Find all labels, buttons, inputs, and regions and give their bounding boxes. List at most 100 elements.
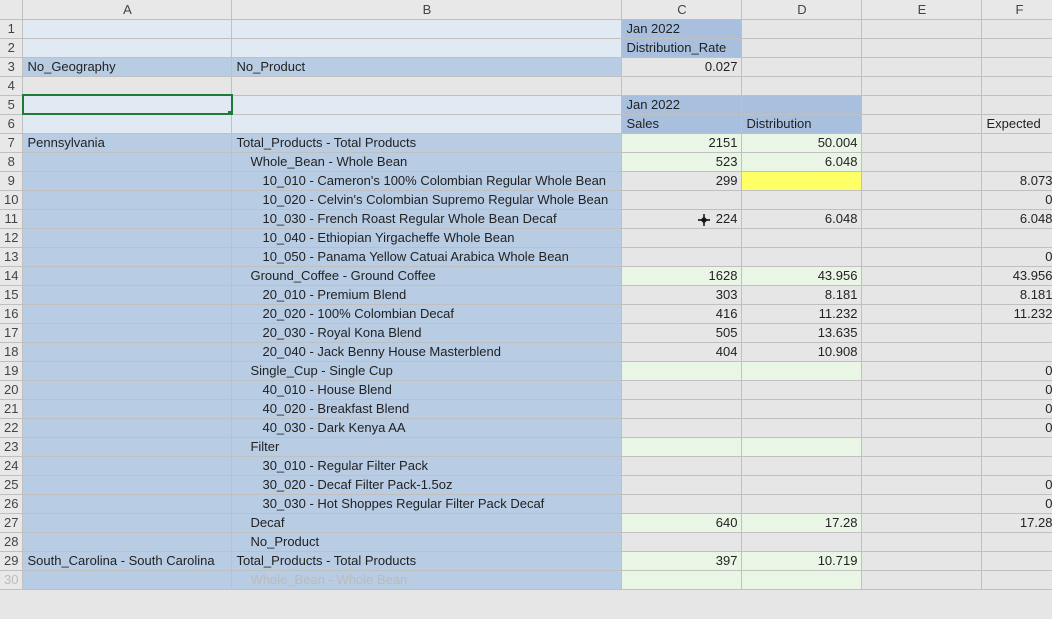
- cell[interactable]: 303: [622, 285, 742, 304]
- cell[interactable]: [862, 399, 982, 418]
- cell[interactable]: [862, 266, 982, 285]
- cell[interactable]: [742, 456, 862, 475]
- select-all-corner[interactable]: [0, 0, 23, 19]
- cell[interactable]: 40_030 - Dark Kenya AA: [232, 418, 622, 437]
- cell[interactable]: 640: [622, 513, 742, 532]
- row-header[interactable]: 10: [0, 190, 23, 209]
- cell[interactable]: 8.181: [982, 285, 1052, 304]
- cell[interactable]: 299: [622, 171, 742, 190]
- cell[interactable]: 0.027: [622, 57, 742, 76]
- cell[interactable]: [23, 171, 232, 190]
- cell[interactable]: [982, 76, 1052, 95]
- row-header[interactable]: 12: [0, 228, 23, 247]
- row-header[interactable]: 27: [0, 513, 23, 532]
- cell[interactable]: [23, 228, 232, 247]
- col-header-d[interactable]: D: [742, 0, 862, 19]
- cell[interactable]: 0: [982, 418, 1052, 437]
- cell[interactable]: [862, 38, 982, 57]
- cell[interactable]: Total_Products - Total Products: [232, 551, 622, 570]
- cell[interactable]: Pennsylvania: [23, 133, 232, 152]
- cell[interactable]: [862, 323, 982, 342]
- cell[interactable]: [862, 247, 982, 266]
- cell[interactable]: [622, 76, 742, 95]
- cell[interactable]: 10_040 - Ethiopian Yirgacheffe Whole Bea…: [232, 228, 622, 247]
- cell[interactable]: [23, 418, 232, 437]
- cell[interactable]: [862, 19, 982, 38]
- cell[interactable]: [622, 361, 742, 380]
- cell[interactable]: [982, 570, 1052, 589]
- cell[interactable]: 1628: [622, 266, 742, 285]
- cell[interactable]: Filter: [232, 437, 622, 456]
- cell[interactable]: Distribution_Rate: [622, 38, 742, 57]
- cell[interactable]: 505: [622, 323, 742, 342]
- cell[interactable]: [982, 152, 1052, 171]
- cell[interactable]: 10_050 - Panama Yellow Catuai Arabica Wh…: [232, 247, 622, 266]
- cell[interactable]: [23, 532, 232, 551]
- cell[interactable]: 416: [622, 304, 742, 323]
- cell[interactable]: [862, 152, 982, 171]
- cell[interactable]: [862, 304, 982, 323]
- cell[interactable]: 17.28: [982, 513, 1052, 532]
- cell[interactable]: [862, 532, 982, 551]
- cell[interactable]: 6.048: [742, 209, 862, 228]
- cell[interactable]: [862, 475, 982, 494]
- spreadsheet-grid[interactable]: A B C D E F 1 Jan 2022 2 Distribution_Ra…: [0, 0, 1052, 619]
- cell[interactable]: [622, 228, 742, 247]
- cell[interactable]: [23, 76, 232, 95]
- cell[interactable]: 10.908: [742, 342, 862, 361]
- row-header[interactable]: 2: [0, 38, 23, 57]
- row-header[interactable]: 17: [0, 323, 23, 342]
- cell[interactable]: [742, 418, 862, 437]
- row-header[interactable]: 25: [0, 475, 23, 494]
- cell[interactable]: [862, 418, 982, 437]
- cell[interactable]: Expected: [982, 114, 1052, 133]
- col-header-b[interactable]: B: [232, 0, 622, 19]
- cell[interactable]: 0: [982, 399, 1052, 418]
- cell[interactable]: 0: [982, 247, 1052, 266]
- active-cell[interactable]: [23, 95, 232, 114]
- cell[interactable]: Decaf: [232, 513, 622, 532]
- cell[interactable]: [862, 570, 982, 589]
- row-header[interactable]: 22: [0, 418, 23, 437]
- cell[interactable]: [622, 190, 742, 209]
- cell[interactable]: [23, 247, 232, 266]
- cell[interactable]: [982, 19, 1052, 38]
- row-header[interactable]: 13: [0, 247, 23, 266]
- cell[interactable]: [23, 399, 232, 418]
- cell[interactable]: 6.048: [742, 152, 862, 171]
- cell[interactable]: 50.004: [742, 133, 862, 152]
- cell[interactable]: [982, 228, 1052, 247]
- row-header[interactable]: 4: [0, 76, 23, 95]
- cell[interactable]: [742, 570, 862, 589]
- cell[interactable]: [862, 95, 982, 114]
- row-header[interactable]: 16: [0, 304, 23, 323]
- cell[interactable]: No_Product: [232, 532, 622, 551]
- cell[interactable]: [622, 380, 742, 399]
- row-header[interactable]: 26: [0, 494, 23, 513]
- cell[interactable]: [982, 57, 1052, 76]
- cell[interactable]: Sales: [622, 114, 742, 133]
- cell[interactable]: 43.956: [742, 266, 862, 285]
- cell[interactable]: [23, 437, 232, 456]
- row-header[interactable]: 29: [0, 551, 23, 570]
- cell[interactable]: 10_030 - French Roast Regular Whole Bean…: [232, 209, 622, 228]
- cell[interactable]: [23, 494, 232, 513]
- cell[interactable]: [982, 323, 1052, 342]
- cell[interactable]: [982, 551, 1052, 570]
- cell[interactable]: [742, 190, 862, 209]
- cell[interactable]: [862, 551, 982, 570]
- cell[interactable]: [622, 532, 742, 551]
- cell[interactable]: No_Product: [232, 57, 622, 76]
- cell[interactable]: [862, 209, 982, 228]
- col-header-f[interactable]: F: [982, 0, 1052, 19]
- cell[interactable]: [862, 114, 982, 133]
- cell[interactable]: [982, 532, 1052, 551]
- cell[interactable]: [232, 38, 622, 57]
- cell[interactable]: [742, 399, 862, 418]
- cell[interactable]: 30_030 - Hot Shoppes Regular Filter Pack…: [232, 494, 622, 513]
- cell[interactable]: South_Carolina - South Carolina: [23, 551, 232, 570]
- cell[interactable]: [862, 190, 982, 209]
- cell[interactable]: [23, 152, 232, 171]
- cell[interactable]: [23, 570, 232, 589]
- cell[interactable]: [23, 38, 232, 57]
